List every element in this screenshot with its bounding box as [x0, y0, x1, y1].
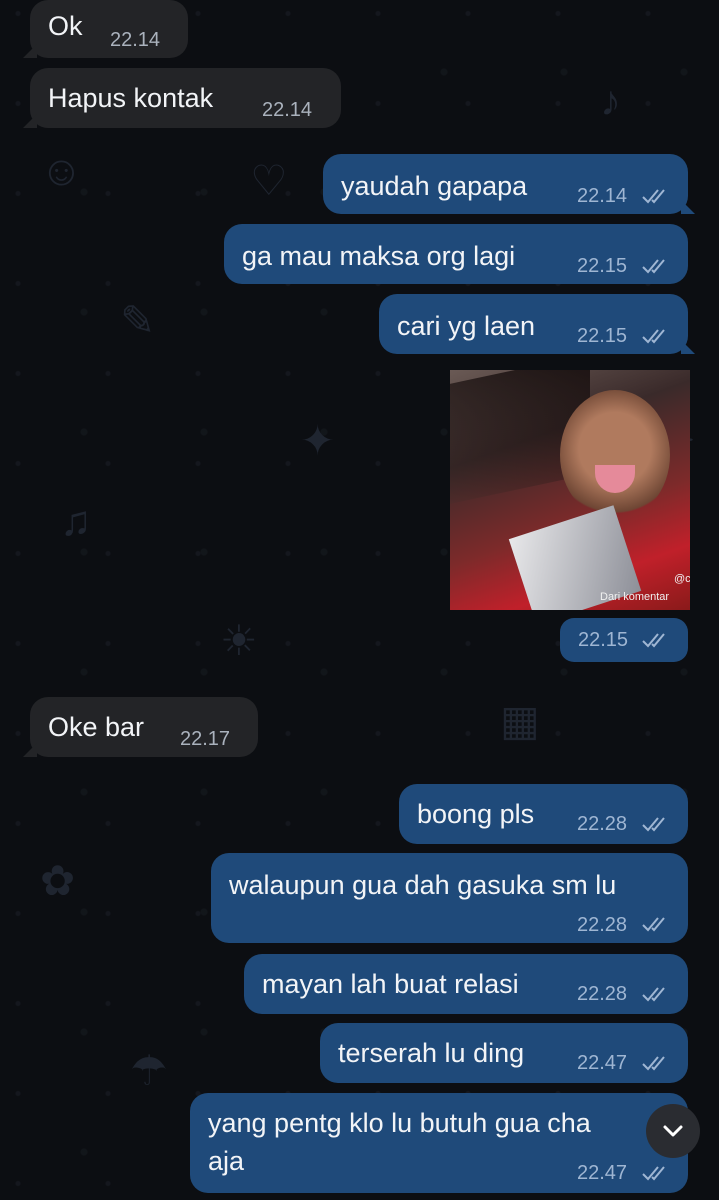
message-bubble-outgoing[interactable]: mayan lah buat relasi 22.28 [244, 954, 688, 1014]
double-check-icon [642, 986, 670, 1002]
double-check-icon [642, 632, 670, 648]
double-check-icon [642, 328, 670, 344]
message-bubble-outgoing[interactable]: yaudah gapapa 22.14 [323, 154, 695, 214]
message-text: Ok [48, 11, 83, 41]
message-text: cari yg laen [397, 311, 536, 341]
message-bubble-outgoing[interactable]: cari yg laen 22.15 [379, 294, 695, 354]
double-check-icon [642, 258, 670, 274]
message-text: walaupun gua dah gasuka sm lu [229, 870, 617, 900]
wallpaper-doodle-icon: ✦ [300, 417, 336, 464]
wallpaper-doodle-icon: ✿ [40, 857, 76, 904]
message-bubble-incoming[interactable]: Hapus kontak 22.14 [23, 68, 341, 128]
message-time: 22.14 [110, 29, 161, 51]
image-overlay-handle: @c [674, 573, 690, 585]
message-time: 22.28 [577, 914, 628, 936]
image-timestamp-pill: 22.15 [560, 618, 688, 662]
wallpaper-doodle-icon: ♪ [600, 77, 621, 124]
wallpaper-doodle-icon: ☀ [220, 617, 258, 664]
message-bubble-outgoing[interactable]: yang pentg klo lu butuh gua cha aja 22.4… [190, 1093, 688, 1193]
message-text: mayan lah buat relasi [262, 969, 519, 999]
image-content [560, 390, 670, 520]
wallpaper-doodle-icon: ♫ [60, 497, 92, 544]
wallpaper-doodle-icon: ✎ [120, 297, 156, 344]
double-check-icon [642, 1165, 670, 1181]
chevron-down-icon [663, 1125, 683, 1137]
wallpaper-doodle-icon: ☂ [130, 1047, 168, 1094]
image-overlay-caption: Dari komentar [600, 591, 670, 603]
message-time: 22.47 [577, 1052, 628, 1074]
double-check-icon [642, 916, 670, 932]
message-time: 22.47 [577, 1162, 628, 1184]
message-text: yang pentg klo lu butuh gua cha [208, 1108, 591, 1138]
message-time: 22.28 [577, 983, 628, 1005]
message-bubble-outgoing[interactable]: ga mau maksa org lagi 22.15 [224, 224, 688, 284]
message-bubble-outgoing[interactable]: terserah lu ding 22.47 [320, 1023, 688, 1083]
message-text: Oke bar [48, 712, 145, 742]
message-time: 22.14 [577, 185, 628, 207]
message-time: 22.14 [262, 99, 313, 121]
message-text: yaudah gapapa [341, 171, 528, 201]
bubble-tail [23, 44, 37, 58]
message-text: boong pls [417, 799, 535, 829]
image-message[interactable]: @c Dari komentar [450, 370, 690, 610]
scroll-to-bottom-button[interactable] [646, 1104, 700, 1158]
message-bubble-outgoing[interactable]: boong pls 22.28 [399, 784, 688, 844]
message-text: ga mau maksa org lagi [242, 241, 516, 271]
double-check-icon [642, 188, 670, 204]
message-time: 22.15 [577, 325, 628, 347]
double-check-icon [642, 816, 670, 832]
double-check-icon [642, 1055, 670, 1071]
message-time: 22.17 [180, 728, 231, 750]
message-text-line2: aja [208, 1146, 245, 1176]
message-bubble-incoming[interactable]: Ok 22.14 [23, 0, 188, 58]
message-bubble-outgoing[interactable]: walaupun gua dah gasuka sm lu 22.28 [211, 853, 688, 943]
message-text: Hapus kontak [48, 83, 214, 113]
message-time: 22.15 [578, 629, 629, 651]
bubble-tail [23, 114, 37, 128]
wallpaper-doodle-icon: ☺ [40, 147, 83, 194]
bubble-tail [681, 200, 695, 214]
wallpaper-doodle-icon: ▦ [500, 697, 540, 744]
message-bubble-incoming[interactable]: Oke bar 22.17 [23, 697, 258, 757]
message-time: 22.28 [577, 813, 628, 835]
message-time: 22.15 [577, 255, 628, 277]
message-text: terserah lu ding [338, 1038, 525, 1068]
wallpaper-doodle-icon: ♡ [250, 157, 288, 204]
bubble-tail [23, 743, 37, 757]
bubble-tail [681, 340, 695, 354]
